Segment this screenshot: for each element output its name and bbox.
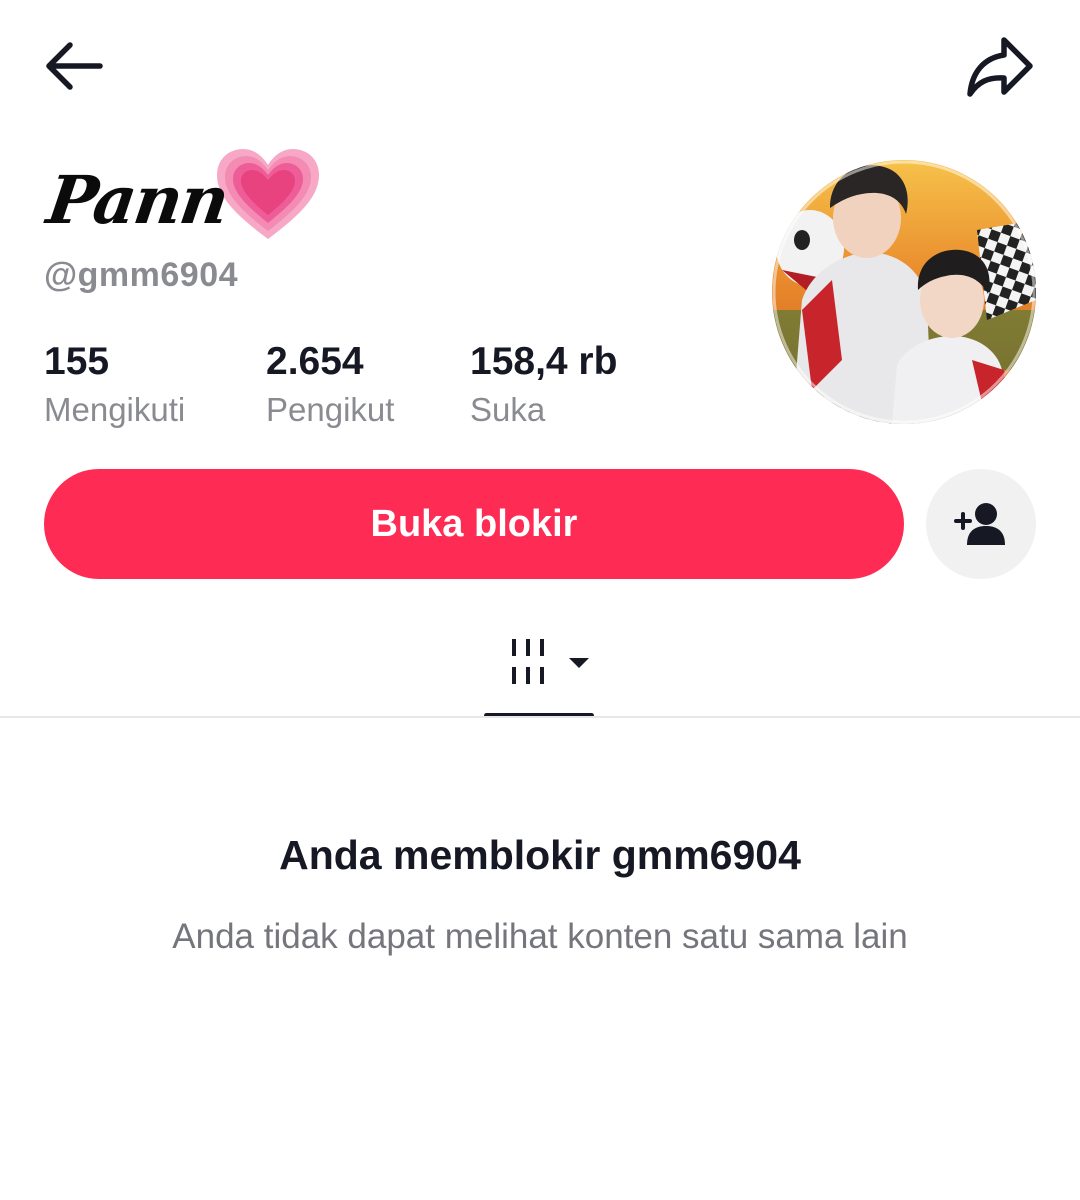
arrow-left-icon	[46, 42, 103, 90]
add-user-icon	[954, 503, 1005, 545]
chevron-down-icon[interactable]	[568, 656, 590, 670]
likes-stat[interactable]: 158,4 rb Suka	[470, 340, 617, 430]
add-friend-button[interactable]	[926, 469, 1036, 579]
username: @gmm6904	[44, 256, 239, 294]
likes-count: 158,4 rb	[470, 340, 618, 383]
blocked-title: Anda memblokir gmm6904	[279, 832, 801, 878]
profile-display-name: Pann	[43, 149, 323, 250]
likes-label: Suka	[470, 391, 546, 428]
blocked-description: Anda tidak dapat melihat konten satu sam…	[172, 917, 908, 956]
back-button[interactable]	[40, 36, 110, 96]
share-icon	[967, 37, 1033, 97]
unblock-button[interactable]: Buka blokir	[44, 469, 904, 579]
following-label: Mengikuti	[44, 391, 186, 428]
following-stat[interactable]: 155 Mengikuti	[44, 340, 185, 430]
share-button[interactable]	[962, 32, 1038, 102]
display-name-text: Pann	[42, 161, 233, 239]
avatar-image	[772, 160, 1036, 424]
followers-label: Pengikut	[266, 391, 395, 428]
tab-divider	[0, 716, 1080, 718]
following-count: 155	[44, 340, 110, 383]
followers-count: 2.654	[266, 340, 364, 383]
avatar[interactable]	[772, 160, 1036, 424]
tab-videos[interactable]	[480, 626, 600, 718]
followers-stat[interactable]: 2.654 Pengikut	[266, 340, 394, 430]
